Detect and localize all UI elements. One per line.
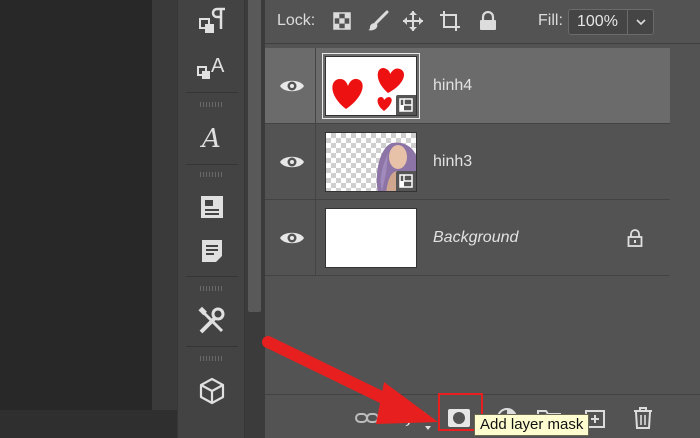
layer-thumbnail[interactable] [325,208,417,268]
visibility-column [315,48,316,124]
lock-artboard-icon[interactable] [439,10,461,32]
visibility-column [315,200,316,276]
lock-image-pixels-icon[interactable] [367,10,389,32]
dock-grip[interactable] [200,356,224,361]
lock-icon [627,229,643,247]
fill-label: Fill: [538,12,563,29]
lock-position-icon[interactable] [402,10,424,32]
visibility-column [315,124,316,200]
layer-row-hinh4[interactable]: hinh4 [265,48,670,124]
glyphs-icon[interactable]: A [190,118,234,156]
eye-icon[interactable] [279,152,305,172]
annotation-arrow-icon [262,336,438,424]
character-style-icon[interactable]: A [190,48,234,86]
dock-grip[interactable] [200,286,224,291]
canvas-bottom-strip [0,410,177,438]
layer-thumbnail[interactable] [325,132,417,192]
smart-object-icon [399,174,413,188]
panel-dock: A A [177,0,245,438]
fill-separator [627,10,628,34]
dock-divider [186,164,238,165]
layer-row-hinh3[interactable]: hinh3 [265,124,670,200]
layer-name[interactable]: Background [433,229,518,247]
3d-cube-icon[interactable] [190,372,234,410]
tools-crossed-icon[interactable] [190,302,234,340]
dock-divider [186,276,238,277]
eye-icon[interactable] [279,228,305,248]
lock-bar: Lock: Fill: 100% [265,0,700,44]
notes-icon[interactable] [190,232,234,270]
lock-label: Lock: [277,12,316,29]
dock-divider [186,346,238,347]
svg-text:A: A [211,55,225,77]
dock-scrollbar-thumb[interactable] [248,0,261,312]
smart-object-icon [399,98,413,112]
paragraph-icon[interactable] [190,2,234,40]
layers-list: hinh4 hinh3 Background [265,48,670,276]
document-canvas-area [0,0,152,438]
fill-opacity-field[interactable]: 100% [568,9,654,35]
tooltip: Add layer mask [474,414,590,436]
eye-icon[interactable] [279,76,305,96]
photoshop-workspace: A A Lock: Fill: 100% hinh4 hinh3 Backgro… [0,0,700,438]
layer-row-background[interactable]: Background [265,200,670,276]
lock-transparent-pixels-icon[interactable] [331,10,353,32]
lock-all-icon[interactable] [477,10,499,32]
chevron-down-icon[interactable] [635,16,647,28]
layer-name[interactable]: hinh3 [433,153,472,171]
dock-grip[interactable] [200,172,224,177]
layer-thumbnail[interactable] [322,53,420,119]
canvas-edge [152,0,177,438]
svg-text:A: A [200,124,221,152]
dock-divider [186,92,238,93]
fill-value[interactable]: 100% [577,13,618,31]
smart-object-badge [396,171,416,191]
smart-object-badge [396,95,416,115]
layer-name[interactable]: hinh4 [433,77,472,95]
properties-icon[interactable] [190,188,234,226]
delete-layer-icon[interactable] [631,407,655,429]
dock-grip[interactable] [200,102,224,107]
